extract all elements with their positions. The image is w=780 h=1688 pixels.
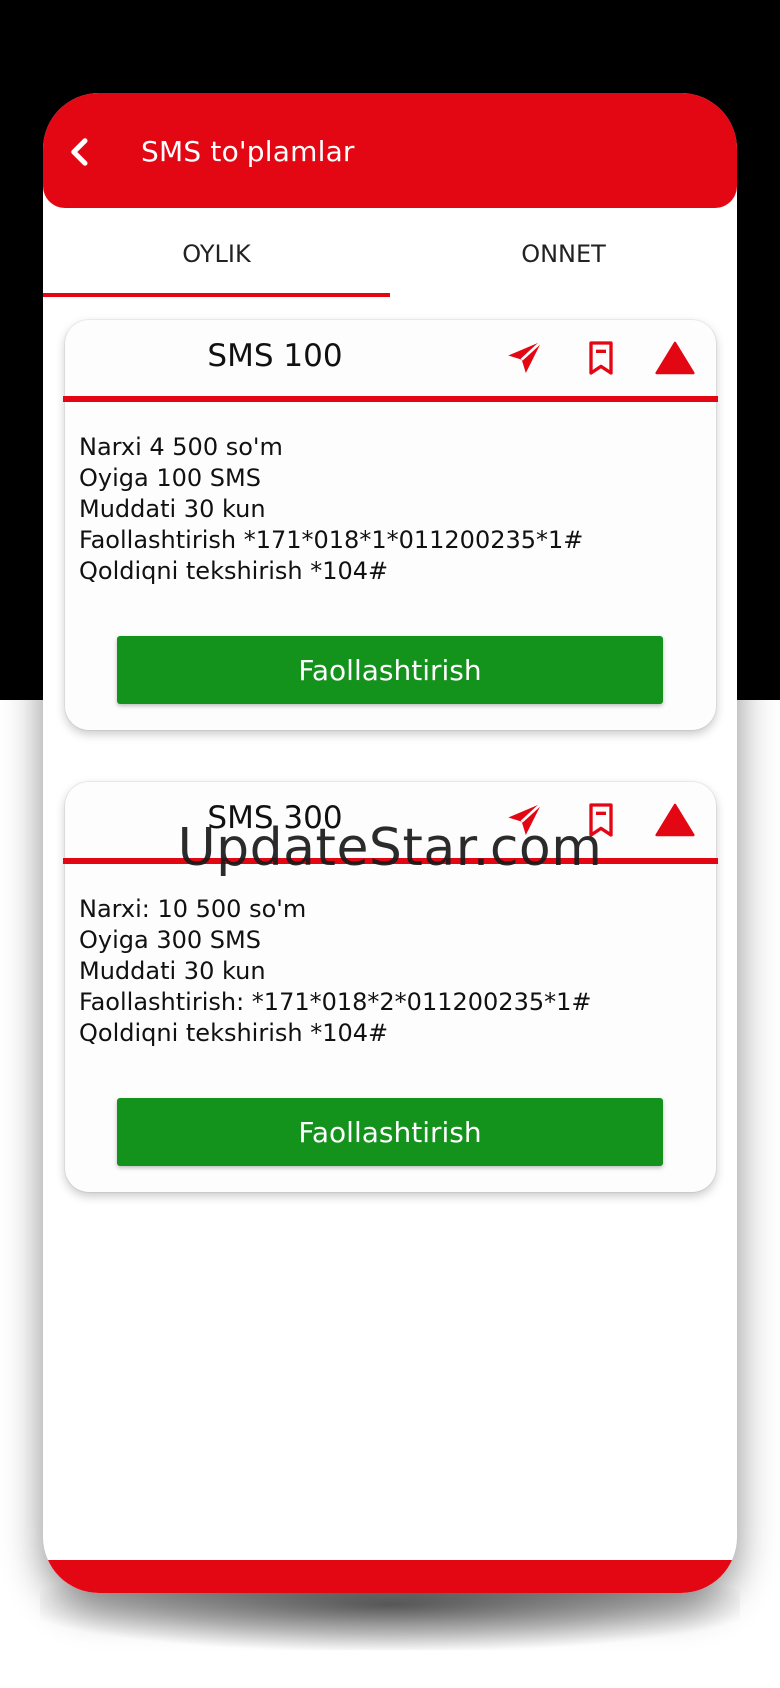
card-header: SMS 100 bbox=[65, 320, 716, 396]
bookmark-icon[interactable] bbox=[581, 338, 621, 378]
price-text: Narxi 4 500 so'm bbox=[79, 433, 283, 461]
tab-bar: OYLIK ONNET bbox=[43, 208, 737, 300]
phone-screen: SMS to'plamlar OYLIK ONNET SMS 100 Narxi… bbox=[43, 93, 737, 1593]
card-title: SMS 100 bbox=[207, 338, 343, 374]
card-header: SMS 300 bbox=[65, 782, 716, 858]
balance-code-text: Qoldiqni tekshirish *104# bbox=[79, 1019, 389, 1047]
activation-code-text: Faollashtirish: *171*018*2*011200235*1# bbox=[79, 988, 592, 1016]
back-button[interactable] bbox=[55, 127, 105, 177]
card-details: Narxi 4 500 so'm Oyiga 100 SMS Muddati 3… bbox=[79, 432, 699, 587]
tab-onnet[interactable]: ONNET bbox=[390, 208, 737, 300]
activate-button[interactable]: Faollashtirish bbox=[117, 636, 663, 704]
balance-code-text: Qoldiqni tekshirish *104# bbox=[79, 557, 389, 585]
card-title: SMS 300 bbox=[207, 800, 343, 836]
send-icon[interactable] bbox=[505, 800, 545, 840]
chevron-left-icon bbox=[71, 138, 88, 166]
triangle-up-icon[interactable] bbox=[655, 338, 695, 378]
activation-code-text: Faollashtirish *171*018*1*011200235*1# bbox=[79, 526, 584, 554]
bottom-bar bbox=[43, 1560, 737, 1593]
send-icon[interactable] bbox=[505, 338, 545, 378]
app-bar: SMS to'plamlar bbox=[43, 93, 737, 208]
page-title: SMS to'plamlar bbox=[141, 135, 355, 168]
package-card: SMS 100 Narxi 4 500 so'm Oyiga 100 SMS M… bbox=[63, 320, 718, 730]
active-tab-indicator bbox=[43, 293, 390, 297]
quota-text: Oyiga 300 SMS bbox=[79, 926, 261, 954]
activate-button[interactable]: Faollashtirish bbox=[117, 1098, 663, 1166]
triangle-up-icon[interactable] bbox=[655, 800, 695, 840]
bookmark-icon[interactable] bbox=[581, 800, 621, 840]
price-text: Narxi: 10 500 so'm bbox=[79, 895, 307, 923]
card-divider bbox=[63, 396, 718, 402]
duration-text: Muddati 30 kun bbox=[79, 957, 266, 985]
package-card: SMS 300 Narxi: 10 500 so'm Oyiga 300 SMS… bbox=[63, 782, 718, 1192]
duration-text: Muddati 30 kun bbox=[79, 495, 266, 523]
tab-oylik[interactable]: OYLIK bbox=[43, 208, 390, 300]
quota-text: Oyiga 100 SMS bbox=[79, 464, 261, 492]
card-details: Narxi: 10 500 so'm Oyiga 300 SMS Muddati… bbox=[79, 894, 699, 1049]
card-divider bbox=[63, 858, 718, 864]
